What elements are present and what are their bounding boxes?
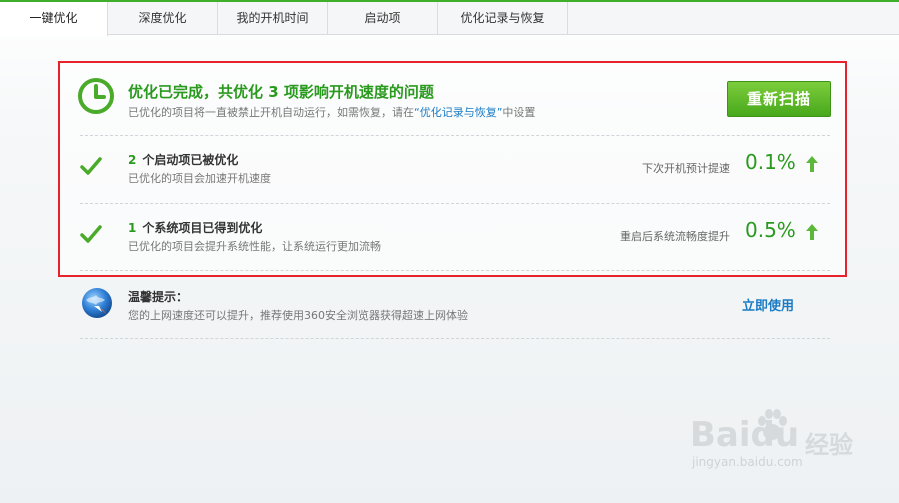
tab-one-click-optimize[interactable]: 一键优化 xyxy=(0,2,108,36)
summary-desc-prefix: 已优化的项目将一直被禁止开机自动运行，如需恢复，请在 xyxy=(128,106,414,119)
up-arrow-icon xyxy=(806,224,818,240)
rescan-button[interactable]: 重新扫描 xyxy=(727,81,831,117)
divider xyxy=(80,270,830,271)
check-icon xyxy=(80,157,102,175)
tip-title: 温馨提示： xyxy=(128,290,189,304)
metric-label: 重启后系统流畅度提升 xyxy=(620,230,730,243)
row-title-text: 个系统项目已得到优化 xyxy=(142,221,263,235)
tab-bar: 一键优化 深度优化 我的开机时间 启动项 优化记录与恢复 xyxy=(0,2,899,36)
summary-desc-suffix: 中设置 xyxy=(502,106,536,119)
use-now-link[interactable]: 立即使用 xyxy=(742,295,794,314)
check-icon xyxy=(80,225,102,243)
metric-value: 0.1% xyxy=(745,150,796,174)
optimization-result-panel: 优化已完成，共优化 3 项影响开机速度的问题 已优化的项目将一直被禁止开机自动运… xyxy=(58,61,847,277)
paw-icon xyxy=(758,409,787,440)
row-count: 2 xyxy=(128,153,137,167)
row-desc: 已优化的项目会提升系统性能，让系统运行更加流畅 xyxy=(128,240,381,253)
tab-history-restore[interactable]: 优化记录与恢复 xyxy=(438,2,568,35)
watermark-jingyan: 经验 xyxy=(805,431,853,459)
baidu-jingyan-watermark: Baidu 经验 jingyan.baidu.com xyxy=(690,405,870,485)
tab-boot-time[interactable]: 我的开机时间 xyxy=(218,2,328,35)
tip-section: 温馨提示： 您的上网速度还可以提升，推荐使用360安全浏览器获得超速上网体验 立… xyxy=(80,286,830,340)
watermark-url: jingyan.baidu.com xyxy=(692,455,803,469)
history-restore-link[interactable]: “优化记录与恢复” xyxy=(414,106,502,119)
divider xyxy=(80,338,830,339)
watermark-logo-text: Bai xyxy=(690,415,751,455)
clock-icon xyxy=(78,78,114,114)
summary-desc: 已优化的项目将一直被禁止开机自动运行，如需恢复，请在“优化记录与恢复”中设置 xyxy=(128,104,535,120)
summary-title: 优化已完成，共优化 3 项影响开机速度的问题 xyxy=(128,83,434,101)
row-desc: 已优化的项目会加速开机速度 xyxy=(128,172,271,185)
tip-desc: 您的上网速度还可以提升，推荐使用360安全浏览器获得超速上网体验 xyxy=(128,309,468,322)
result-row-system: 1 个系统项目已得到优化 已优化的项目会提升系统性能，让系统运行更加流畅 重启后系… xyxy=(60,204,845,264)
tab-deep-optimize[interactable]: 深度优化 xyxy=(108,2,218,35)
up-arrow-icon xyxy=(806,156,818,172)
row-count: 1 xyxy=(128,221,137,235)
browser-globe-icon xyxy=(82,288,112,318)
metric-label: 下次开机预计提速 xyxy=(642,162,730,175)
row-title: 2 个启动项已被优化 xyxy=(128,151,238,168)
result-row-startup: 2 个启动项已被优化 已优化的项目会加速开机速度 下次开机预计提速 0.1% xyxy=(60,136,845,196)
row-title: 1 个系统项目已得到优化 xyxy=(128,219,262,236)
tab-startup-items[interactable]: 启动项 xyxy=(328,2,438,35)
row-title-text: 个启动项已被优化 xyxy=(142,153,239,167)
metric-value: 0.5% xyxy=(745,218,796,242)
